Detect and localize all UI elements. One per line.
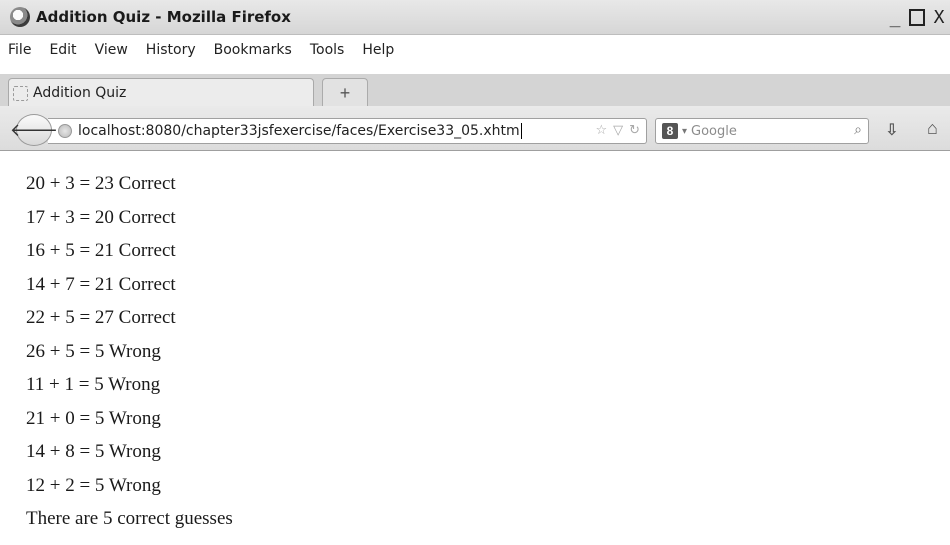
search-bar[interactable]: 8 ▾ Google ⌕: [655, 118, 869, 144]
magnifier-icon[interactable]: ⌕: [854, 121, 862, 138]
page-content: 20 + 3 = 23 Correct 17 + 3 = 20 Correct …: [0, 151, 950, 545]
search-placeholder: Google: [691, 123, 737, 139]
title-bar: Addition Quiz - Mozilla Firefox _ X: [0, 0, 950, 35]
back-button[interactable]: 🡐: [10, 114, 58, 146]
close-button[interactable]: X: [928, 4, 950, 28]
download-icon[interactable]: ⇩: [885, 120, 898, 140]
menu-file[interactable]: File: [8, 42, 31, 66]
result-line: 26 + 5 = 5 Wrong: [26, 340, 161, 362]
home-icon[interactable]: ⌂: [927, 118, 938, 139]
result-line: 20 + 3 = 23 Correct: [26, 173, 176, 194]
browser-window: Addition Quiz - Mozilla Firefox _ X File…: [0, 0, 950, 545]
back-arrow-icon: 🡐: [9, 119, 59, 140]
minimize-button[interactable]: _: [884, 4, 906, 28]
menu-bar: File Edit View History Bookmarks Tools H…: [0, 42, 404, 66]
menu-edit[interactable]: Edit: [49, 42, 76, 66]
result-line: 17 + 3 = 20 Correct: [26, 206, 176, 228]
result-line: 16 + 5 = 21 Correct: [26, 240, 176, 261]
dropmarker-icon[interactable]: ▽: [613, 122, 623, 138]
result-line: 11 + 1 = 5 Wrong: [26, 374, 161, 395]
result-line: 14 + 7 = 21 Correct: [26, 273, 176, 295]
new-tab-button[interactable]: +: [322, 78, 368, 107]
navigation-bar: localhost:8080/chapter33jsfexercise/face…: [0, 106, 950, 151]
result-line: 22 + 5 = 27 Correct: [26, 307, 176, 328]
window-controls: _ X: [884, 4, 950, 30]
menu-view[interactable]: View: [95, 42, 128, 66]
maximize-button[interactable]: [906, 4, 928, 28]
menu-history[interactable]: History: [146, 42, 196, 66]
engine-dropdown-icon[interactable]: ▾: [682, 126, 687, 137]
site-identity-icon[interactable]: [58, 124, 72, 138]
star-icon[interactable]: ☆: [595, 122, 607, 138]
maximize-icon: [909, 9, 925, 26]
menu-tools[interactable]: Tools: [310, 42, 345, 66]
summary-line: There are 5 correct guesses: [26, 508, 233, 529]
result-line: 21 + 0 = 5 Wrong: [26, 407, 161, 429]
url-bar[interactable]: localhost:8080/chapter33jsfexercise/face…: [48, 118, 647, 144]
result-line: 14 + 8 = 5 Wrong: [26, 441, 161, 462]
tab-strip: Addition Quiz +: [0, 74, 950, 107]
url-actions: ☆ ▽ ↻: [595, 122, 640, 138]
url-text[interactable]: localhost:8080/chapter33jsfexercise/face…: [78, 123, 520, 139]
menu-bookmarks[interactable]: Bookmarks: [214, 42, 292, 66]
reload-icon[interactable]: ↻: [629, 122, 640, 138]
tab-label: Addition Quiz: [33, 85, 127, 101]
menu-help[interactable]: Help: [362, 42, 394, 66]
result-line: 12 + 2 = 5 Wrong: [26, 474, 161, 496]
text-caret: [520, 123, 522, 139]
tab-addition-quiz[interactable]: Addition Quiz: [8, 78, 314, 107]
search-engine-icon[interactable]: 8: [662, 123, 678, 139]
firefox-icon[interactable]: [10, 7, 30, 27]
page-favicon-icon: [13, 85, 28, 101]
window-title: Addition Quiz - Mozilla Firefox: [36, 8, 291, 26]
result-list: 20 + 3 = 23 Correct 17 + 3 = 20 Correct …: [26, 173, 233, 542]
